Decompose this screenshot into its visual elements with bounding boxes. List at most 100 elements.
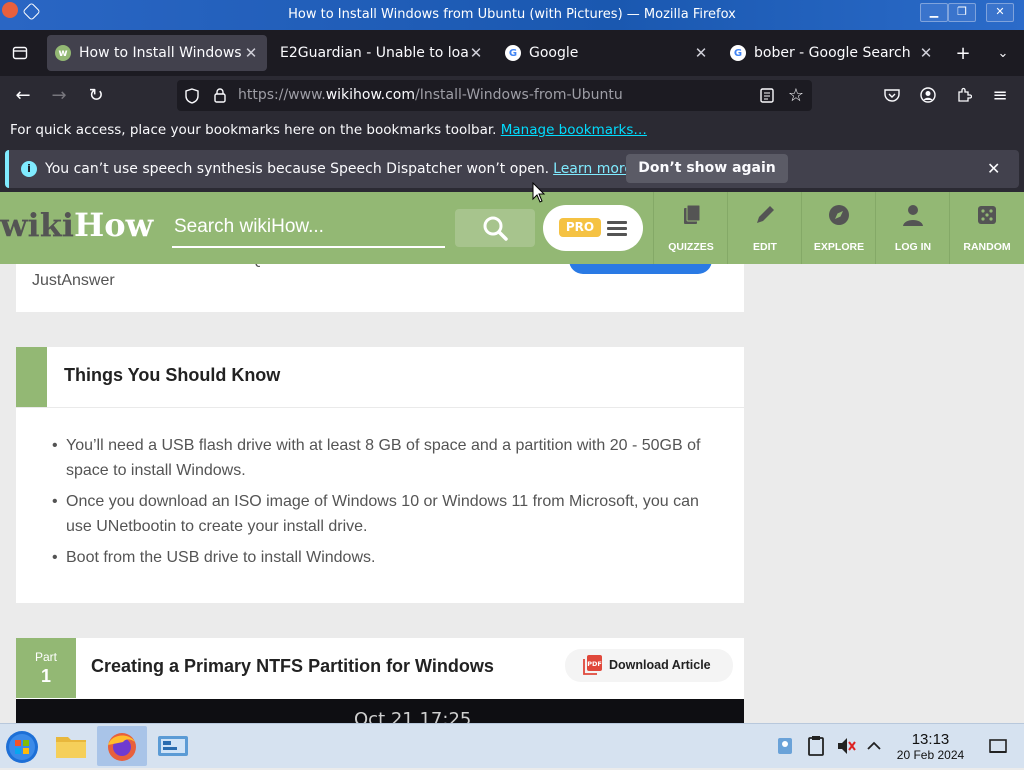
mouse-cursor bbox=[532, 182, 546, 203]
url-domain: wikihow.com bbox=[325, 87, 415, 103]
download-label: Download Article bbox=[609, 658, 711, 672]
close-window-button[interactable]: ✕ bbox=[986, 3, 1014, 22]
part-number: 1 bbox=[40, 666, 51, 686]
list-item: Boot from the USB drive to install Windo… bbox=[52, 545, 726, 570]
pencil-icon bbox=[757, 206, 774, 223]
nav-explore[interactable]: EXPLORE bbox=[801, 192, 876, 264]
clock-time: 13:13 bbox=[911, 731, 950, 748]
tab-e2guardian[interactable]: E2Guardian - Unable to load ✕ bbox=[272, 35, 492, 71]
window-title: How to Install Windows from Ubuntu (with… bbox=[288, 7, 736, 22]
bookmarks-hint: For quick access, place your bookmarks h… bbox=[10, 122, 647, 138]
menu-icon bbox=[607, 221, 627, 224]
pro-menu-button[interactable]: PRO bbox=[543, 205, 643, 251]
reader-view-icon[interactable] bbox=[752, 80, 782, 111]
list-all-tabs-icon[interactable]: ⌄ bbox=[988, 38, 1018, 68]
hamburger-menu-icon[interactable]: ≡ bbox=[985, 80, 1015, 110]
navigation-toolbar: ← → ↻ https://www.wikihow.com/Install-Wi… bbox=[0, 76, 1024, 114]
manage-bookmarks-link[interactable]: Manage bookmarks… bbox=[501, 122, 647, 138]
menu-icon-line bbox=[607, 227, 627, 230]
things-title: Things You Should Know bbox=[64, 365, 281, 385]
firefox-taskbar-icon[interactable] bbox=[97, 726, 147, 766]
part-number-badge: Part 1 bbox=[16, 638, 76, 698]
close-tab-icon[interactable]: ✕ bbox=[693, 44, 709, 62]
start-button[interactable] bbox=[0, 726, 46, 766]
notification-text: You can’t use speech synthesis because S… bbox=[45, 161, 550, 177]
pocket-icon[interactable] bbox=[877, 80, 907, 110]
notification-message: You can’t use speech synthesis because S… bbox=[45, 161, 633, 177]
compass-icon bbox=[829, 205, 849, 225]
article-image: Oct 21 17:25 bbox=[16, 699, 744, 723]
pro-badge: PRO bbox=[559, 218, 601, 237]
nav-edit[interactable]: EDIT bbox=[727, 192, 802, 264]
pdf-icon: PDF bbox=[583, 655, 602, 675]
file-manager-icon[interactable] bbox=[48, 726, 94, 766]
url-path: /Install-Windows-from-Ubuntu bbox=[415, 87, 623, 103]
tab-label: How to Install Windows fr bbox=[79, 45, 243, 61]
extensions-icon[interactable] bbox=[949, 80, 979, 110]
info-icon: i bbox=[21, 161, 37, 177]
tracking-protection-shield-icon[interactable] bbox=[177, 80, 207, 111]
nav-random[interactable]: RANDOM bbox=[949, 192, 1024, 264]
tab-bober-search[interactable]: G bober - Google Search ✕ bbox=[722, 35, 942, 71]
notification-panel: i You can’t use speech synthesis because… bbox=[5, 150, 1019, 188]
menu-icon-line bbox=[607, 233, 627, 236]
bookmark-star-icon[interactable]: ☆ bbox=[781, 80, 811, 111]
close-tab-icon[interactable]: ✕ bbox=[468, 44, 484, 62]
firefox-view-icon[interactable] bbox=[5, 38, 35, 68]
notification-bar: i You can’t use speech synthesis because… bbox=[0, 146, 1024, 192]
control-panel-icon[interactable] bbox=[150, 726, 196, 766]
window-title-bar: How to Install Windows from Ubuntu (with… bbox=[0, 0, 1024, 30]
dont-show-again-button[interactable]: Don’t show again bbox=[626, 154, 788, 183]
lock-icon[interactable] bbox=[205, 80, 235, 111]
bookmarks-hint-text: For quick access, place your bookmarks h… bbox=[10, 122, 497, 138]
ad-source: JustAnswer bbox=[32, 272, 115, 289]
reload-button[interactable]: ↻ bbox=[81, 80, 111, 110]
close-tab-icon[interactable]: ✕ bbox=[243, 44, 259, 62]
tray-expand-chevron-icon[interactable] bbox=[862, 726, 886, 766]
account-icon[interactable] bbox=[913, 80, 943, 110]
section-accent bbox=[16, 347, 47, 407]
forward-button[interactable]: → bbox=[44, 80, 74, 110]
wikihow-search-field[interactable] bbox=[172, 208, 449, 248]
nav-log-in[interactable]: LOG IN bbox=[875, 192, 950, 264]
learn-more-link[interactable]: Learn more bbox=[553, 161, 633, 177]
url-bar[interactable]: https://www.wikihow.com/Install-Windows-… bbox=[177, 80, 812, 111]
quizzes-icon bbox=[684, 204, 701, 224]
clipboard-icon[interactable] bbox=[803, 726, 829, 766]
back-button[interactable]: ← bbox=[8, 80, 38, 110]
maximize-button[interactable]: ❐ bbox=[948, 3, 976, 22]
nav-label: RANDOM bbox=[963, 241, 1011, 253]
clock[interactable]: 13:13 20 Feb 2024 bbox=[888, 731, 973, 763]
things-header: Things You Should Know bbox=[16, 347, 744, 408]
google-favicon: G bbox=[730, 45, 746, 61]
new-tab-button[interactable]: + bbox=[948, 38, 978, 68]
list-item: You’ll need a USB flash drive with at le… bbox=[52, 433, 726, 483]
svg-text:PDF: PDF bbox=[587, 660, 602, 668]
clock-date: 20 Feb 2024 bbox=[896, 748, 965, 762]
search-input[interactable] bbox=[172, 208, 449, 246]
windows-start-icon bbox=[6, 731, 38, 763]
logo-wiki: wiki bbox=[0, 206, 75, 244]
logo-how: How bbox=[74, 206, 154, 244]
close-tab-icon[interactable]: ✕ bbox=[918, 44, 934, 62]
download-article-button[interactable]: PDF Download Article bbox=[565, 649, 733, 682]
ad-card: A Technician Will Answer Your Questions … bbox=[16, 251, 744, 312]
close-notification-icon[interactable]: ✕ bbox=[987, 159, 1000, 178]
nav-label: EXPLORE bbox=[813, 241, 865, 253]
url-text[interactable]: https://www.wikihow.com/Install-Windows-… bbox=[238, 87, 623, 103]
part-label: Part bbox=[34, 650, 57, 664]
tab-label: Google bbox=[529, 45, 579, 61]
minimize-button[interactable]: ▁ bbox=[920, 3, 948, 22]
google-favicon: G bbox=[505, 45, 521, 61]
tab-wikihow[interactable]: w How to Install Windows fr ✕ bbox=[47, 35, 267, 71]
tray-user-icon[interactable] bbox=[772, 726, 798, 766]
wikihow-logo[interactable]: wikiHow bbox=[0, 206, 153, 244]
show-desktop-icon[interactable] bbox=[985, 726, 1011, 766]
image-caption-text: Oct 21 17:25 bbox=[354, 709, 472, 723]
tab-google[interactable]: G Google ✕ bbox=[497, 35, 717, 71]
volume-muted-icon[interactable] bbox=[833, 726, 859, 766]
search-button[interactable] bbox=[455, 209, 535, 247]
nav-quizzes[interactable]: QUIZZES bbox=[653, 192, 728, 264]
user-icon bbox=[903, 205, 923, 226]
dice-icon bbox=[978, 206, 996, 224]
